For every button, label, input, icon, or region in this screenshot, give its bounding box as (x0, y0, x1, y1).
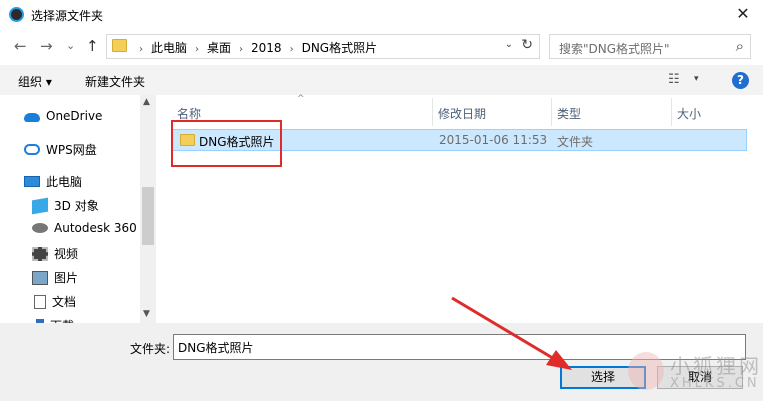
address-dropdown-icon[interactable]: ⌄ (505, 39, 513, 50)
watermark: 小狐狸网 XHLKS.CN (625, 350, 763, 401)
breadcrumb-item-this-pc[interactable]: 此电脑 (151, 41, 187, 55)
command-bar: 组织 ▾ 新建文件夹 ☷ ▾ ? (0, 65, 763, 95)
folder-icon (112, 39, 127, 52)
annotation-highlight-box (171, 120, 282, 167)
breadcrumb-chevron-icon[interactable]: › (239, 44, 243, 55)
sidebar-item-label: 3D 对象 (54, 199, 99, 213)
documents-icon (34, 294, 46, 309)
sidebar-item-label: OneDrive (46, 109, 103, 123)
breadcrumb-chevron-icon[interactable]: › (195, 44, 199, 55)
new-folder-button[interactable]: 新建文件夹 (85, 73, 145, 90)
watermark-url: XHLKS.CN (670, 376, 760, 391)
pictures-icon (32, 270, 48, 285)
sidebar-item-label: WPS网盘 (46, 143, 97, 157)
column-divider[interactable] (551, 98, 552, 126)
recent-locations-icon[interactable]: ⌄ (66, 39, 75, 52)
wps-cloud-icon (24, 144, 40, 155)
back-icon[interactable]: ← (14, 37, 27, 55)
file-type: 文件夹 (557, 135, 594, 149)
address-bar[interactable]: › 此电脑 › 桌面 › 2018 › DNG格式照片 ⌄ ↻ (106, 34, 540, 59)
3d-objects-icon (32, 197, 48, 214)
column-divider[interactable] (432, 98, 433, 126)
breadcrumb-item-dng[interactable]: DNG格式照片 (302, 41, 378, 55)
refresh-icon[interactable]: ↻ (521, 37, 533, 53)
sidebar-item-label: 视频 (54, 247, 79, 261)
title-bar: 选择源文件夹 ✕ (0, 0, 763, 30)
scroll-up-icon[interactable]: ▲ (143, 97, 150, 107)
search-placeholder: 搜索"DNG格式照片" (559, 42, 670, 56)
view-options-icon[interactable]: ☷ (668, 72, 680, 87)
watermark-text: 小狐狸网 (670, 354, 762, 378)
breadcrumb-item-desktop[interactable]: 桌面 (207, 41, 231, 55)
navigation-pane: OneDrive WPS网盘 此电脑 3D 对象 Autodesk 360 视频… (0, 95, 156, 323)
breadcrumb: › 此电脑 › 桌面 › 2018 › DNG格式照片 (133, 39, 379, 56)
forward-icon[interactable]: → (40, 37, 53, 55)
navigation-scrollbar[interactable]: ▲ ▼ (140, 95, 156, 323)
sidebar-item-pictures[interactable]: 图片 (32, 269, 78, 286)
sidebar-item-label: 此电脑 (46, 175, 83, 189)
close-icon[interactable]: ✕ (723, 0, 763, 30)
breadcrumb-chevron-icon[interactable]: › (290, 44, 294, 55)
fox-logo-icon (628, 352, 664, 390)
sidebar-item-label: 文档 (52, 295, 77, 309)
video-icon (32, 246, 48, 261)
sidebar-item-label: Autodesk 360 (54, 221, 137, 235)
sidebar-item-this-pc[interactable]: 此电脑 (24, 173, 82, 190)
breadcrumb-item-2018[interactable]: 2018 (251, 41, 282, 55)
app-icon (9, 7, 24, 22)
sidebar-item-videos[interactable]: 视频 (32, 245, 78, 262)
select-folder-dialog: 选择源文件夹 ✕ ← → ⌄ ↑ › 此电脑 › 桌面 › 2018 › DNG格式照片 ⌄ … (0, 0, 763, 401)
breadcrumb-chevron-icon[interactable]: › (139, 44, 143, 55)
computer-icon (24, 176, 40, 187)
column-header-modified[interactable]: 修改日期 (438, 105, 486, 122)
file-modified: 2015-01-06 11:53 (439, 133, 548, 147)
sidebar-item-3d-objects[interactable]: 3D 对象 (32, 197, 99, 214)
sidebar-item-label: 图片 (54, 271, 79, 285)
up-folder-icon[interactable]: ↑ (86, 37, 99, 55)
help-icon[interactable]: ? (732, 72, 749, 89)
sidebar-item-autodesk[interactable]: Autodesk 360 (32, 221, 137, 235)
sidebar-item-documents[interactable]: 文档 (32, 293, 76, 310)
sidebar-item-wps-cloud[interactable]: WPS网盘 (24, 141, 97, 158)
column-header-size[interactable]: 大小 (677, 105, 701, 122)
column-divider[interactable] (671, 98, 672, 126)
cloud-icon (24, 112, 40, 122)
scroll-down-icon[interactable]: ▼ (143, 309, 150, 319)
window-title: 选择源文件夹 (31, 9, 104, 23)
column-header-type[interactable]: 类型 (557, 105, 581, 122)
scrollbar-thumb[interactable] (142, 187, 154, 245)
autodesk-icon (32, 223, 48, 233)
folder-field-label: 文件夹: (130, 342, 171, 356)
sidebar-item-onedrive[interactable]: OneDrive (24, 109, 102, 123)
sort-ascending-icon: ^ (297, 94, 305, 104)
view-dropdown-icon[interactable]: ▾ (694, 74, 699, 84)
search-input[interactable]: 搜索"DNG格式照片" ⌕ (549, 34, 751, 59)
search-icon[interactable]: ⌕ (736, 37, 744, 55)
organize-button[interactable]: 组织 ▾ (18, 73, 52, 90)
